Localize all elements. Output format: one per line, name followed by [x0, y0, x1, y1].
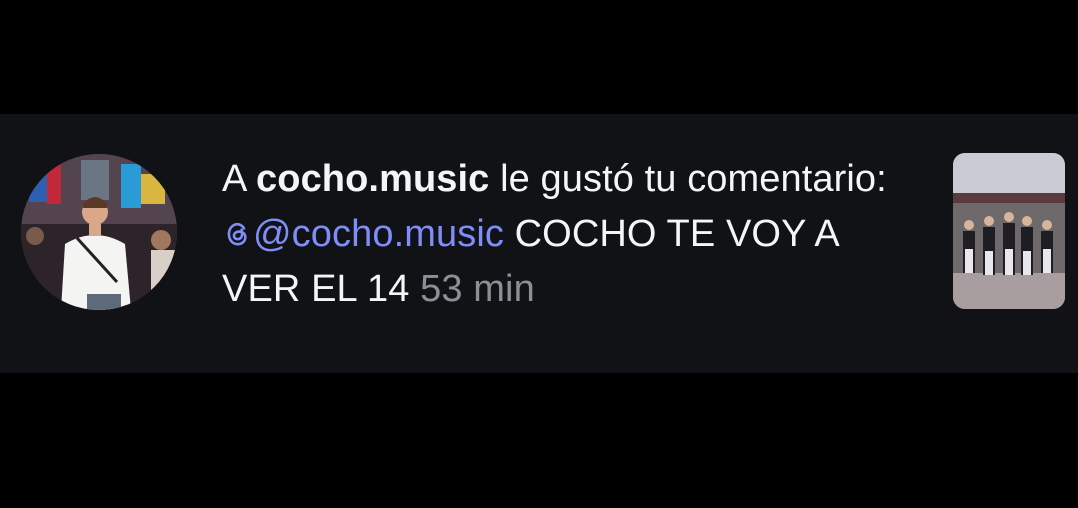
prefix-text: A	[222, 158, 246, 200]
user-avatar[interactable]	[21, 154, 177, 310]
thumbnail-photo	[953, 153, 1065, 309]
mention-link[interactable]: @cocho.music	[222, 213, 504, 255]
threads-logo-icon	[227, 222, 247, 246]
action-text: le gustó tu comentario:	[500, 158, 887, 200]
timestamp: 53 min	[420, 268, 535, 310]
avatar-photo	[21, 154, 177, 310]
notification-text[interactable]: A cocho.music le gustó tu comentario: @c…	[222, 152, 922, 317]
post-thumbnail[interactable]	[953, 153, 1065, 309]
activity-notification[interactable]: A cocho.music le gustó tu comentario: @c…	[0, 114, 1078, 373]
mention-text: @cocho.music	[253, 213, 504, 255]
username-link[interactable]: cocho.music	[256, 158, 489, 200]
